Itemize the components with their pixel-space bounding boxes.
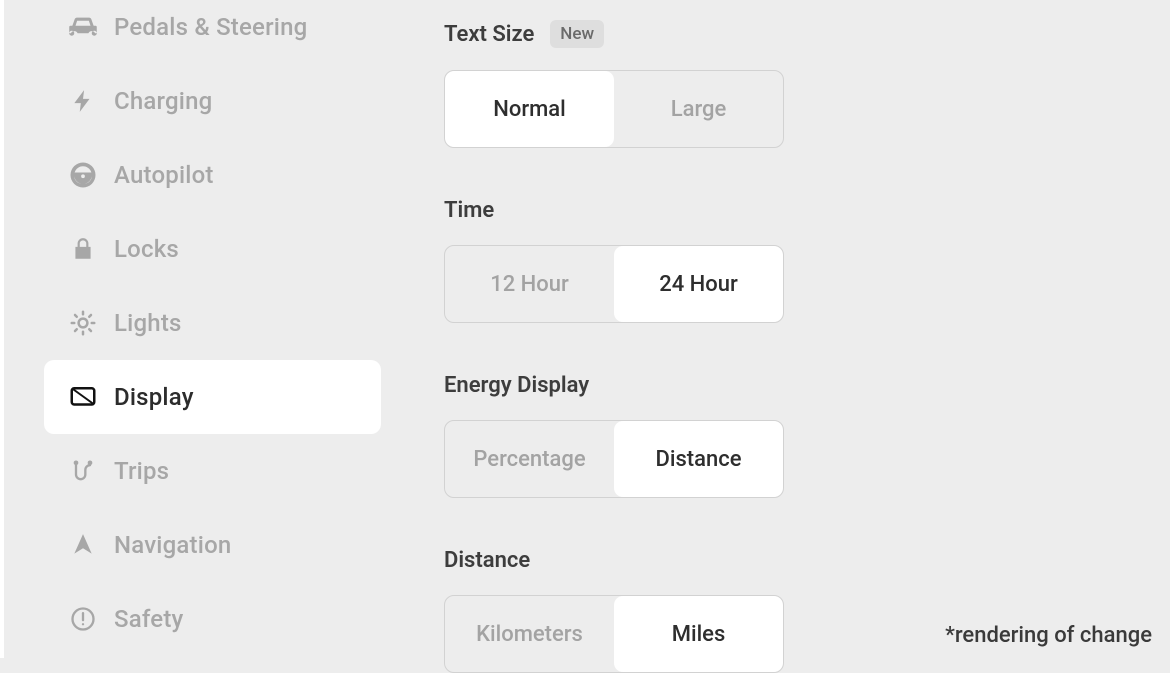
sidebar-item-label: Safety	[114, 605, 183, 633]
brightness-icon	[66, 306, 100, 340]
setting-label: Text Size	[444, 22, 534, 47]
steering-wheel-icon	[66, 158, 100, 192]
energy-segmented: Percentage Distance	[444, 420, 784, 498]
sidebar-item-locks[interactable]: Locks	[44, 212, 381, 286]
text-size-large-option[interactable]: Large	[614, 71, 783, 147]
sidebar-item-navigation[interactable]: Navigation	[44, 508, 381, 582]
sidebar-item-label: Lights	[114, 309, 182, 337]
setting-energy-display: Energy Display Percentage Distance	[444, 373, 1170, 498]
sidebar-item-lights[interactable]: Lights	[44, 286, 381, 360]
sidebar-item-label: Charging	[114, 87, 213, 115]
sidebar-item-trips[interactable]: Trips	[44, 434, 381, 508]
setting-label: Time	[444, 198, 494, 223]
lock-icon	[66, 232, 100, 266]
navigation-arrow-icon	[66, 528, 100, 562]
sidebar-item-label: Navigation	[114, 531, 231, 559]
car-icon	[66, 10, 100, 44]
text-size-normal-option[interactable]: Normal	[445, 71, 614, 147]
time-24-hour-option[interactable]: 24 Hour	[614, 246, 783, 322]
setting-time: Time 12 Hour 24 Hour	[444, 198, 1170, 323]
display-icon	[66, 380, 100, 414]
settings-content: Text Size New Normal Large Time 12 Hour …	[389, 0, 1170, 658]
energy-percentage-option[interactable]: Percentage	[445, 421, 614, 497]
sidebar-item-label: Autopilot	[114, 161, 214, 189]
sidebar-item-label: Display	[114, 383, 194, 411]
alert-circle-icon	[66, 602, 100, 636]
distance-segmented: Kilometers Miles	[444, 595, 784, 673]
setting-label: Energy Display	[444, 373, 589, 398]
sidebar-item-label: Trips	[114, 457, 169, 485]
route-icon	[66, 454, 100, 488]
sidebar-item-label: Pedals & Steering	[114, 13, 307, 41]
footnote: *rendering of change	[945, 623, 1152, 648]
time-segmented: 12 Hour 24 Hour	[444, 245, 784, 323]
text-size-segmented: Normal Large	[444, 70, 784, 148]
energy-distance-option[interactable]: Distance	[614, 421, 783, 497]
new-badge: New	[550, 20, 604, 48]
setting-label: Distance	[444, 548, 530, 573]
bolt-icon	[66, 84, 100, 118]
distance-kilometers-option[interactable]: Kilometers	[445, 596, 614, 672]
sidebar-item-safety[interactable]: Safety	[44, 582, 381, 656]
time-12-hour-option[interactable]: 12 Hour	[445, 246, 614, 322]
sidebar-item-pedals-steering[interactable]: Pedals & Steering	[44, 0, 381, 64]
settings-sidebar: Pedals & Steering Charging Autopilot Loc…	[4, 0, 389, 658]
setting-text-size: Text Size New Normal Large	[444, 20, 1170, 148]
sidebar-item-autopilot[interactable]: Autopilot	[44, 138, 381, 212]
distance-miles-option[interactable]: Miles	[614, 596, 783, 672]
sidebar-item-charging[interactable]: Charging	[44, 64, 381, 138]
setting-distance: Distance Kilometers Miles	[444, 548, 1170, 673]
sidebar-item-display[interactable]: Display	[44, 360, 381, 434]
sidebar-item-label: Locks	[114, 235, 179, 263]
